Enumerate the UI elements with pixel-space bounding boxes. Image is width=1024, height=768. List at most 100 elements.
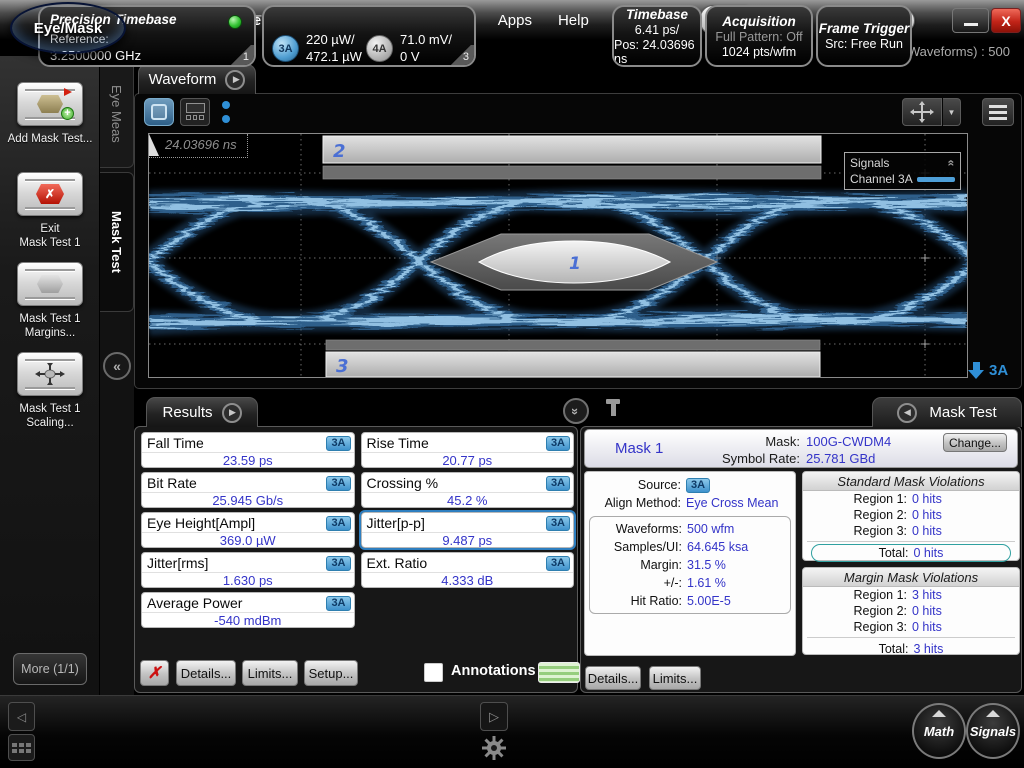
- keyboard-icon[interactable]: [8, 734, 35, 761]
- standard-violations-rows: Region 1: 0 hits Region 2: 0 hits Region…: [803, 491, 1019, 539]
- setup-button[interactable]: Setup...: [304, 660, 358, 686]
- measurement-card[interactable]: Crossing % 3A 45.2 %: [361, 472, 575, 508]
- pan-button[interactable]: [902, 98, 942, 126]
- ch4a-scale: 71.0 mV/: [400, 31, 452, 48]
- grid-layout-icon: [186, 103, 205, 113]
- measurement-card[interactable]: Eye Height[Ampl] 3A 369.0 µW: [141, 512, 355, 548]
- region-value: 0 hits: [912, 492, 942, 506]
- mask-info-bar: Mask 1 Mask: 100G-CWDM4 Symbol Rate: 25.…: [584, 429, 1018, 468]
- region-value: 0 hits: [912, 508, 942, 522]
- measurement-value: 4.333 dB: [362, 572, 574, 588]
- timebase-title: Timebase: [626, 7, 688, 22]
- pan-icon: [910, 101, 934, 123]
- annotations-label: Annotations: [451, 663, 536, 679]
- mask-test-header[interactable]: ◀ Mask Test: [872, 397, 1022, 427]
- play-icon[interactable]: ▶: [222, 403, 242, 423]
- scaling-label-line1: Mask Test 1: [0, 402, 100, 416]
- tab-eye-meas[interactable]: Eye Meas: [100, 60, 134, 168]
- math-button[interactable]: Math: [912, 703, 966, 759]
- source-badge: 3A: [326, 516, 350, 531]
- frame-trigger-panel[interactable]: Frame Trigger Src: Free Run: [816, 5, 912, 67]
- mask-region-2-label: 2: [333, 141, 346, 162]
- add-mask-test-icon: [37, 95, 63, 113]
- close-button[interactable]: X: [991, 8, 1021, 33]
- gear-icon[interactable]: [478, 733, 510, 763]
- tab-results[interactable]: Results ▶: [146, 397, 258, 427]
- timebase-panel[interactable]: Timebase 6.41 ps/ Pos: 24.03696 ns: [612, 5, 702, 67]
- measurement-value: 20.77 ps: [362, 452, 574, 468]
- region-value: 0 hits: [912, 524, 942, 538]
- mask-details-button[interactable]: Details...: [585, 666, 641, 690]
- signals-button[interactable]: Signals: [966, 703, 1020, 759]
- standard-violations-box: Standard Mask Violations Region 1: 0 hit…: [802, 471, 1020, 561]
- collapse-results-button[interactable]: »: [563, 398, 589, 424]
- signals-legend[interactable]: Signals « Channel 3A: [844, 152, 961, 190]
- minimize-button[interactable]: [952, 8, 989, 33]
- exit-label-line2: Mask Test 1: [0, 236, 100, 250]
- play-icon[interactable]: ▶: [225, 70, 245, 90]
- eye-diagram-screen[interactable]: 2 3 1 24.03696 ns Signals « Channel 3A: [148, 133, 968, 378]
- annotation-color-button[interactable]: [538, 662, 580, 683]
- source-badge: 3A: [326, 596, 350, 611]
- standard-violations-title: Standard Mask Violations: [803, 472, 1019, 491]
- drag-handle-dots-icon[interactable]: [222, 101, 230, 123]
- mask-details-panel: Source: 3A Align Method: Eye Cross Mean …: [584, 471, 796, 656]
- mask-scaling-button[interactable]: [17, 352, 83, 396]
- math-button-label: Math: [924, 724, 954, 739]
- annotations-checkbox[interactable]: [424, 663, 443, 682]
- add-mask-test-button[interactable]: +: [17, 82, 83, 126]
- pan-dropdown-button[interactable]: ▼: [943, 98, 961, 126]
- details-button[interactable]: Details...: [176, 660, 236, 686]
- panel-page-number: 3: [450, 45, 474, 65]
- single-layout-button[interactable]: [144, 98, 174, 126]
- measurement-card[interactable]: Ext. Ratio 3A 4.333 dB: [361, 552, 575, 588]
- stat-label: Samples/UI:: [590, 540, 682, 554]
- mask-name: Mask 1: [615, 440, 663, 457]
- sidebar: + Add Mask Test... ✗ Exit Mask Test 1 Ma…: [0, 56, 100, 768]
- measurement-card[interactable]: Rise Time 3A 20.77 ps: [361, 432, 575, 468]
- mask-statistics: Waveforms: 500 wfm Samples/UI: 64.645 ks…: [589, 516, 791, 614]
- hamburger-menu-button[interactable]: [982, 98, 1014, 126]
- back-icon[interactable]: ◀: [897, 403, 917, 423]
- measurement-card[interactable]: Jitter[p-p] 3A 9.487 ps: [361, 512, 575, 548]
- timebase-scale: 6.41 ps/: [635, 23, 679, 37]
- region-label: Region 1:: [803, 588, 907, 602]
- next-panel-button[interactable]: ▷: [480, 702, 508, 731]
- grid-layout-button[interactable]: [180, 98, 210, 126]
- region-label: Region 2:: [803, 604, 907, 618]
- previous-panel-button[interactable]: ◁: [8, 702, 35, 731]
- tab-mask-test[interactable]: Mask Test: [100, 172, 134, 312]
- region-label: Region 2:: [803, 508, 907, 522]
- collapse-sidebar-button[interactable]: «: [103, 352, 131, 380]
- measurement-card[interactable]: Jitter[rms] 3A 1.630 ps: [141, 552, 355, 588]
- menu-item[interactable]: Apps: [498, 12, 532, 29]
- mask-label: Mask:: [705, 434, 800, 449]
- acquisition-title: Acquisition: [722, 14, 796, 29]
- measurement-card[interactable]: Average Power 3A -540 mdBm: [141, 592, 355, 628]
- exit-mask-test-button[interactable]: ✗: [17, 172, 83, 216]
- channel-readout-panel[interactable]: 3A 220 µW/ 472.1 µW 4A 71.0 mV/ 0 V 3: [262, 5, 476, 67]
- exit-icon: ✗: [36, 184, 64, 204]
- measurement-value: -540 mdBm: [142, 612, 354, 628]
- channel-badge-3a[interactable]: 3A: [272, 35, 299, 62]
- limits-button[interactable]: Limits...: [242, 660, 298, 686]
- channel-badge-4a[interactable]: 4A: [366, 35, 393, 62]
- tab-waveform[interactable]: Waveform ▶: [138, 64, 256, 94]
- delete-measurement-button[interactable]: ✗: [140, 660, 169, 686]
- menu-item[interactable]: Help: [558, 12, 589, 29]
- mask-margins-button[interactable]: [17, 262, 83, 306]
- align-method-value: Eye Cross Mean: [686, 496, 778, 510]
- panel-page-number: 1: [230, 45, 254, 65]
- measurement-card[interactable]: Fall Time 3A 23.59 ps: [141, 432, 355, 468]
- change-mask-button[interactable]: Change...: [943, 433, 1007, 452]
- waveform-toolbar: ▼: [144, 98, 1004, 128]
- measurement-name: Fall Time: [147, 435, 204, 451]
- legend-collapse-icon[interactable]: «: [945, 160, 959, 167]
- pin-icon[interactable]: [605, 399, 621, 421]
- more-button[interactable]: More (1/1): [13, 653, 87, 685]
- mask-limits-button[interactable]: Limits...: [649, 666, 701, 690]
- timebase-position: Pos: 24.03696 ns: [614, 38, 700, 66]
- measurement-card[interactable]: Bit Rate 3A 25.945 Gb/s: [141, 472, 355, 508]
- acquisition-panel[interactable]: Acquisition Full Pattern: Off 1024 pts/w…: [705, 5, 813, 67]
- ch3a-scale: 220 µW/: [306, 31, 362, 48]
